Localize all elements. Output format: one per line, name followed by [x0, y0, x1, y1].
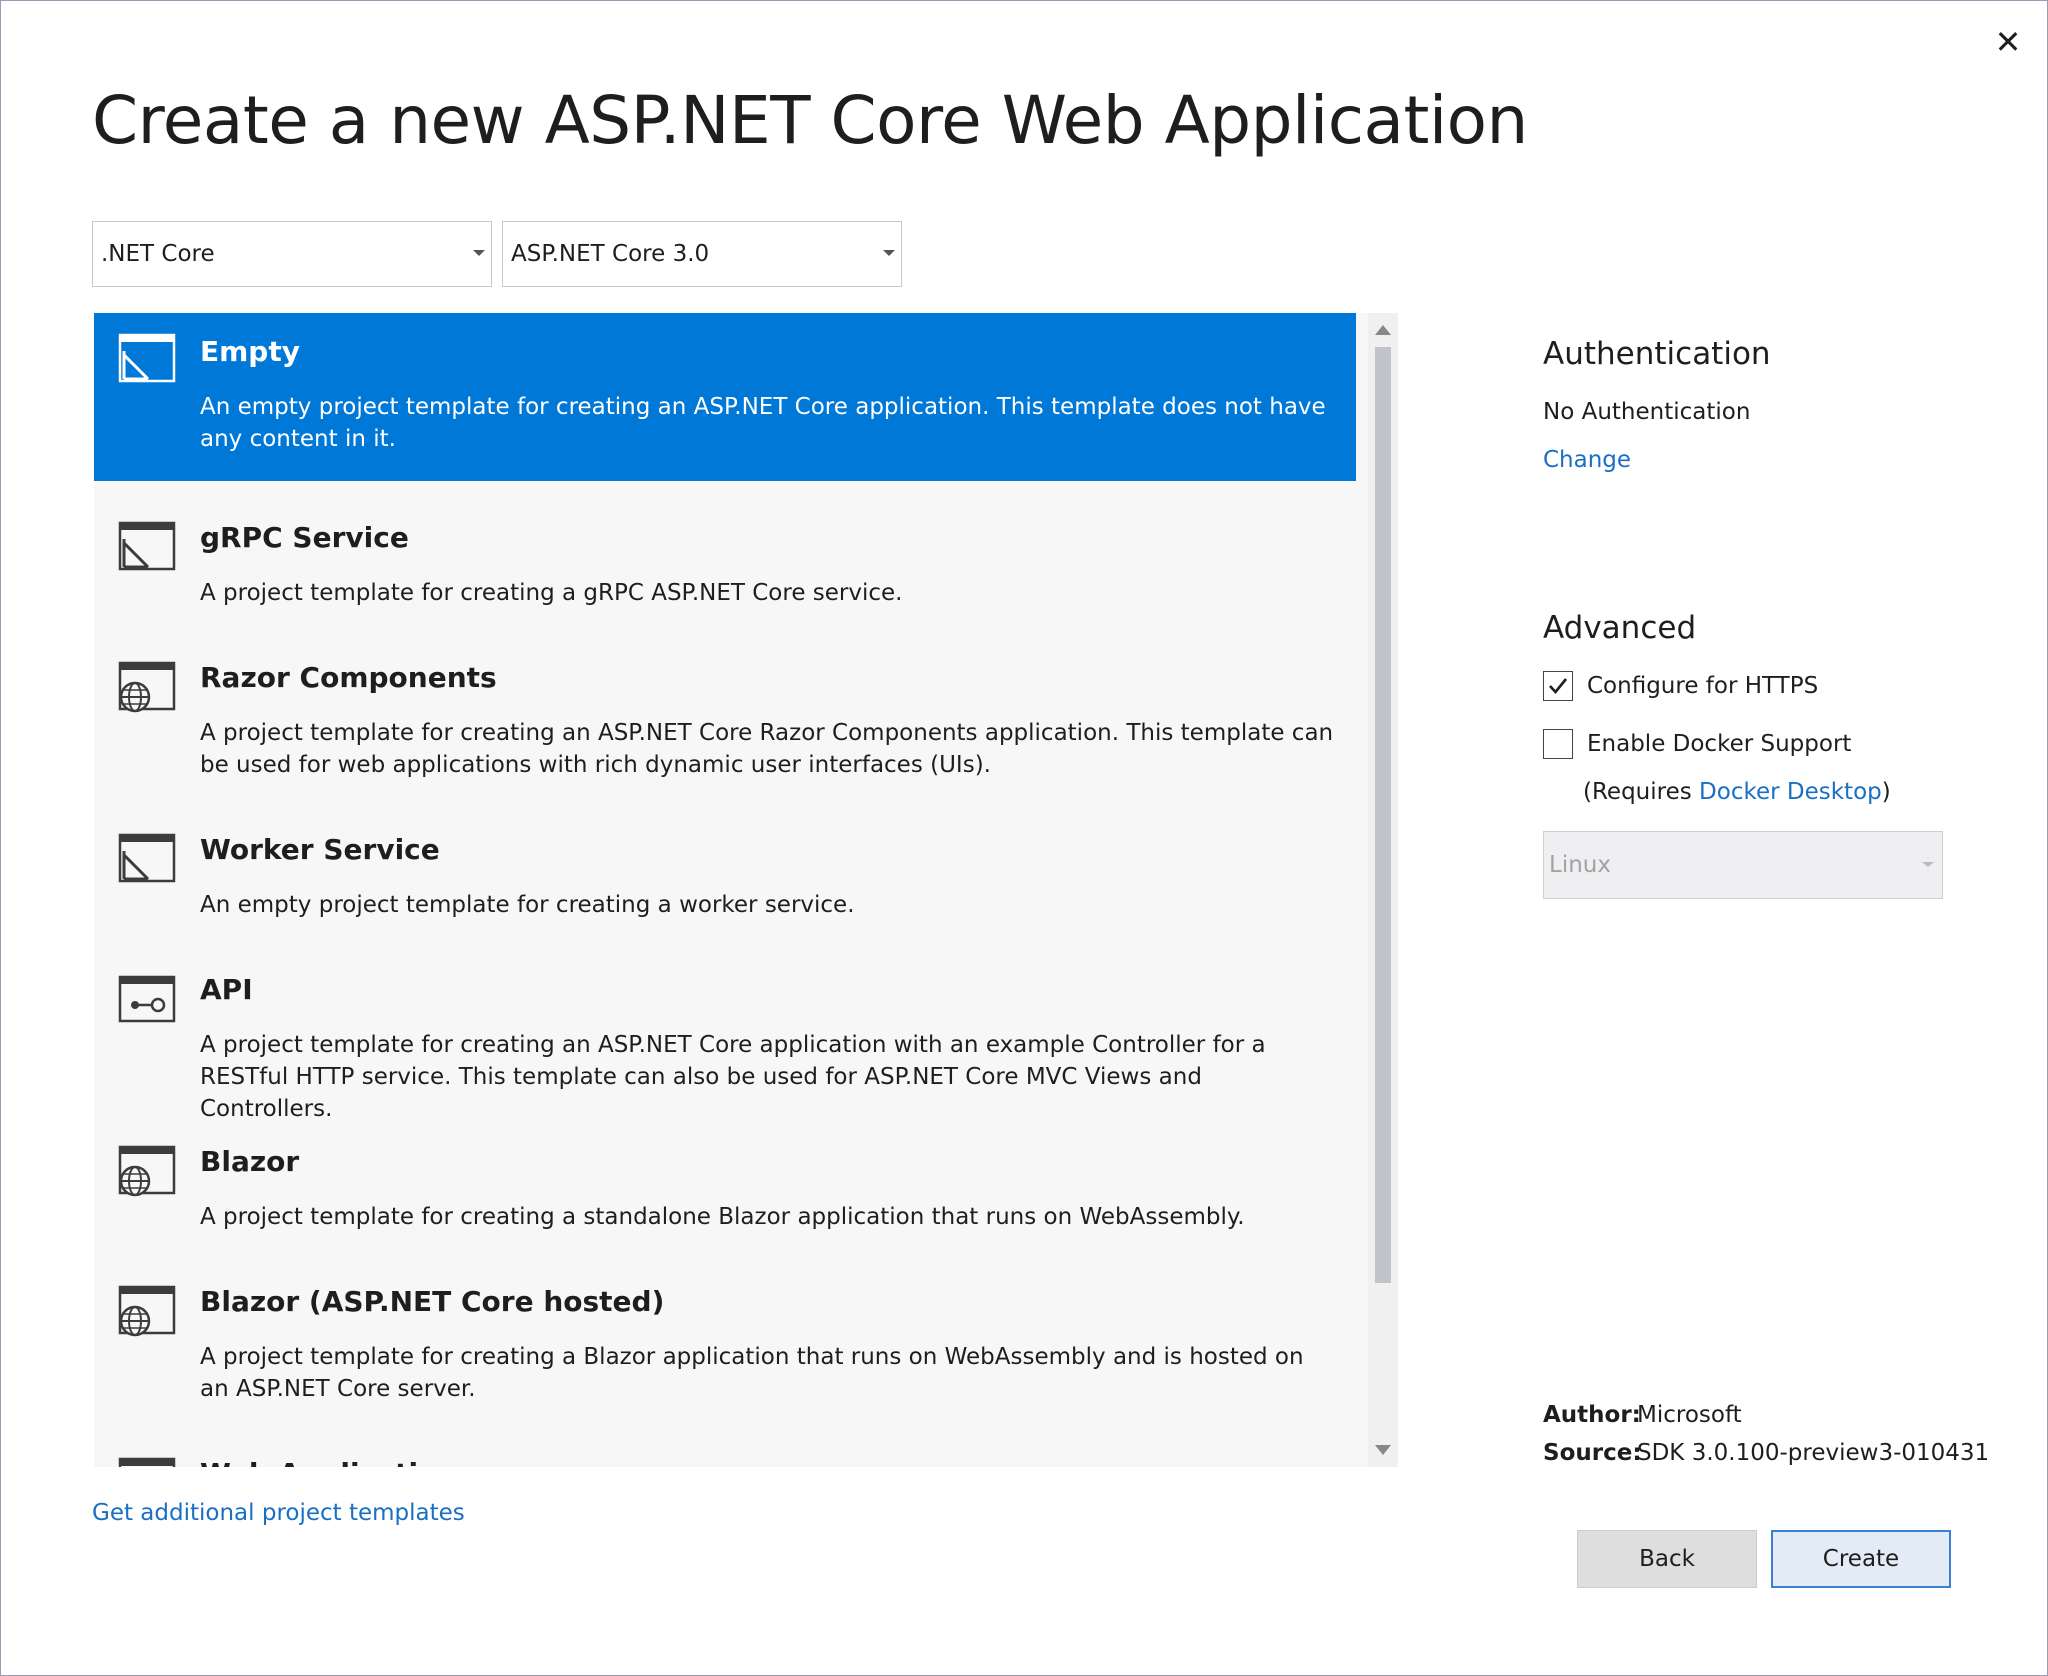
close-icon[interactable]: ✕	[1988, 22, 2028, 62]
chevron-down-icon	[473, 250, 485, 256]
globe-template-icon	[118, 1457, 178, 1467]
scrollbar-thumb[interactable]	[1375, 347, 1391, 1283]
back-button[interactable]: Back	[1577, 1530, 1757, 1588]
scroll-up-icon[interactable]	[1375, 325, 1391, 335]
authentication-heading: Authentication	[1543, 336, 1771, 372]
chevron-down-icon	[1922, 862, 1934, 867]
api-template-icon	[118, 973, 178, 1027]
template-name: Worker Service	[200, 833, 440, 866]
template-list[interactable]: Empty An empty project template for creat…	[94, 313, 1398, 1467]
template-description: A project template for creating an ASP.N…	[200, 720, 1334, 778]
template-name: Blazor (ASP.NET Core hosted)	[200, 1285, 665, 1318]
empty-template-icon	[118, 333, 178, 387]
template-name: Web Application	[200, 1457, 1336, 1467]
template-item[interactable]: Empty An empty project template for creat…	[94, 313, 1356, 481]
template-list-scrollbar[interactable]	[1368, 313, 1398, 1467]
template-item[interactable]: Blazor (ASP.NET Core hosted) A project te…	[94, 1245, 1356, 1417]
template-name: Empty	[200, 335, 300, 368]
template-item[interactable]: Web Application	[94, 1417, 1356, 1467]
template-name: Blazor	[200, 1145, 300, 1178]
scroll-down-icon[interactable]	[1375, 1445, 1391, 1455]
template-item[interactable]: Razor Components A project template for c…	[94, 621, 1356, 793]
empty-template-icon	[118, 833, 178, 887]
page-title: Create a new ASP.NET Core Web Applicatio…	[92, 82, 1528, 159]
https-checkbox[interactable]	[1543, 671, 1573, 701]
docker-label[interactable]: Enable Docker Support	[1587, 731, 1851, 757]
empty-template-icon	[118, 521, 178, 575]
template-name: gRPC Service	[200, 521, 409, 554]
source-label: Source:	[1543, 1440, 1642, 1466]
create-button[interactable]: Create	[1771, 1530, 1951, 1588]
template-item[interactable]: API A project template for creating an AS…	[94, 933, 1356, 1122]
template-item[interactable]: gRPC Service A project template for creat…	[94, 481, 1356, 621]
docker-checkbox[interactable]	[1543, 729, 1573, 759]
target-os-value: Linux	[1549, 852, 1611, 878]
version-dropdown-value: ASP.NET Core 3.0	[511, 241, 710, 267]
checkmark-icon	[1549, 678, 1568, 694]
globe-template-icon	[118, 1145, 178, 1199]
get-additional-templates-link[interactable]: Get additional project templates	[92, 1500, 465, 1526]
template-description: An empty project template for creating a…	[200, 892, 855, 918]
template-item[interactable]: Worker Service An empty project template …	[94, 793, 1356, 933]
authentication-value: No Authentication	[1543, 399, 1751, 425]
version-dropdown[interactable]: ASP.NET Core 3.0	[502, 221, 902, 287]
globe-template-icon	[118, 1285, 178, 1339]
docker-requires-note: (Requires Docker Desktop)	[1583, 779, 1891, 805]
template-name: API	[200, 973, 253, 1006]
advanced-heading: Advanced	[1543, 610, 1697, 646]
requires-prefix: (Requires	[1583, 779, 1700, 805]
template-description: A project template for creating a Blazor…	[200, 1344, 1304, 1402]
template-description: An empty project template for creating a…	[200, 394, 1326, 452]
framework-dropdown-value: .NET Core	[101, 241, 215, 267]
docker-desktop-link[interactable]: Docker Desktop	[1699, 779, 1882, 805]
target-os-dropdown: Linux	[1543, 831, 1943, 899]
globe-template-icon	[118, 661, 178, 715]
author-row: Author:Microsoft	[1543, 1402, 1742, 1428]
framework-dropdown[interactable]: .NET Core	[92, 221, 492, 287]
template-item[interactable]: Blazor A project template for creating a …	[94, 1105, 1356, 1245]
template-description: A project template for creating a standa…	[200, 1204, 1245, 1230]
source-value: SDK 3.0.100-preview3-010431	[1637, 1440, 1990, 1466]
template-description: A project template for creating a gRPC A…	[200, 580, 903, 606]
source-row: Source:SDK 3.0.100-preview3-010431	[1543, 1440, 1989, 1466]
chevron-down-icon	[883, 250, 895, 256]
requires-suffix: )	[1881, 779, 1891, 805]
change-auth-link[interactable]: Change	[1543, 447, 1631, 473]
author-label: Author:	[1543, 1402, 1641, 1428]
https-label[interactable]: Configure for HTTPS	[1587, 673, 1818, 699]
author-value: Microsoft	[1637, 1402, 1742, 1428]
template-name: Razor Components	[200, 661, 497, 694]
